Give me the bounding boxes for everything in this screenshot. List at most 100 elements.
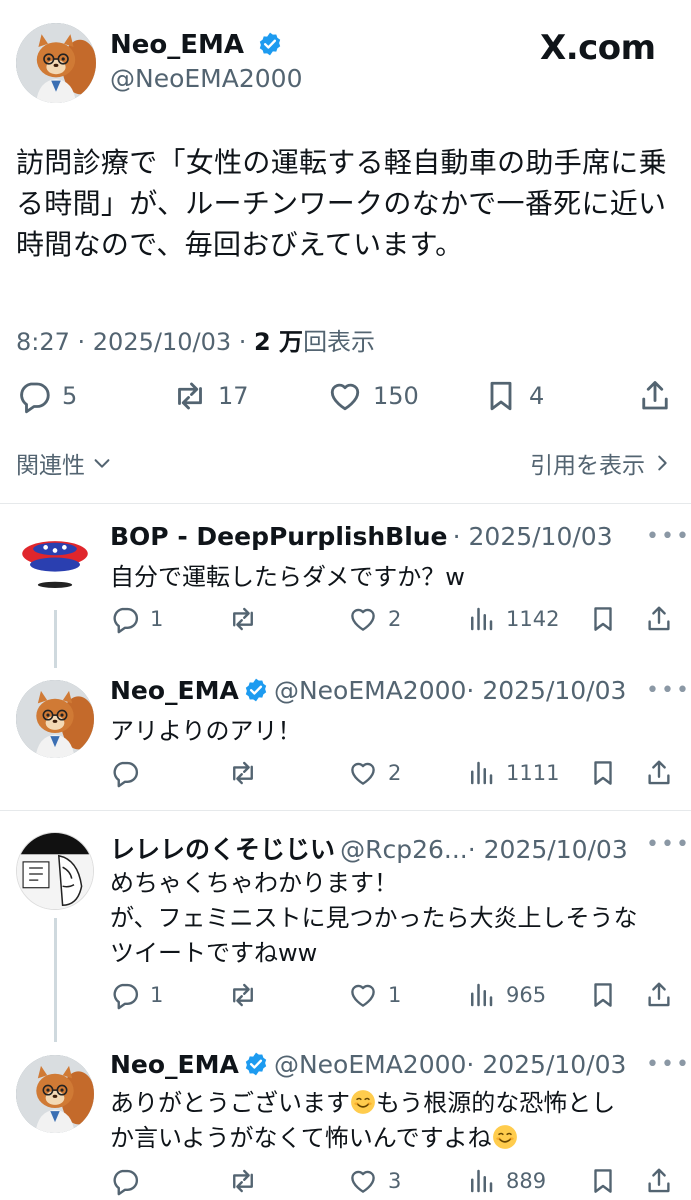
reply-2-repost-action[interactable] <box>228 758 258 788</box>
reply-2-author-name[interactable]: Neo_EMA <box>110 676 239 705</box>
like-icon <box>351 608 375 631</box>
reply-4-date[interactable]: · 2025/10/03 <box>466 1050 626 1079</box>
chevron-down-icon <box>94 459 110 468</box>
reply-3-like-action[interactable]: 1 <box>348 980 401 1010</box>
reply-icon <box>20 382 50 414</box>
repost-icon <box>178 382 202 410</box>
reply-3-repost-action[interactable] <box>228 980 258 1010</box>
main-reply-action[interactable]: 5 <box>16 378 77 414</box>
views-icon <box>471 1169 493 1193</box>
reply-1-repost-action[interactable] <box>228 604 258 634</box>
reply-3-header: レレレのくそじじい @Rcp26...· 2025/10/03 <box>110 830 628 866</box>
reply-1-date[interactable]: · 2025/10/03 <box>453 522 613 551</box>
view-quotes-label: 引用を表示 <box>530 453 645 479</box>
reply-4-views[interactable]: 889 <box>466 1166 546 1196</box>
reply-3-reply-count: 1 <box>150 983 164 1007</box>
reply-4-repost-action[interactable] <box>228 1166 258 1196</box>
reply-1-avatar[interactable] <box>16 524 94 602</box>
reply-2-bookmark-action[interactable] <box>588 758 618 788</box>
reply-3-avatar[interactable] <box>16 832 94 910</box>
main-author-avatar[interactable] <box>16 23 96 103</box>
reply-4-share-action[interactable] <box>644 1166 674 1196</box>
reply-3-more-icon[interactable]: ••• <box>646 832 691 857</box>
reply-1-share-action[interactable] <box>644 604 674 634</box>
reply-4-avatar[interactable] <box>16 1055 94 1133</box>
main-author-handle[interactable]: @NeoEMA2000 <box>110 64 302 93</box>
like-icon <box>351 984 375 1007</box>
reply-2-date[interactable]: · 2025/10/03 <box>466 676 626 705</box>
main-share-action[interactable] <box>637 378 673 414</box>
main-reply-count: 5 <box>62 382 78 410</box>
reply-4-line-2-text: か言いようがなくて怖いんですよね <box>110 1124 492 1152</box>
reply-4-reply-action[interactable] <box>110 1166 140 1196</box>
reply-4-text: ありがとうございます もう根源的な恐怖とし か言いようがなくて怖いんですよね <box>110 1086 670 1156</box>
reply-1-like-count: 2 <box>388 607 402 631</box>
reply-1-like-action[interactable]: 2 <box>348 604 401 634</box>
reply-4-more-icon[interactable]: ••• <box>646 1052 691 1077</box>
reply-2-like-action[interactable]: 2 <box>348 758 401 788</box>
reply-3-share-action[interactable] <box>644 980 674 1010</box>
reply-1-view-count: 1142 <box>506 607 560 631</box>
smiling-face-emoji-icon <box>491 1124 518 1150</box>
reply-4-line-1: ありがとうございます もう根源的な恐怖とし <box>110 1086 670 1121</box>
reply-2-handle[interactable]: @NeoEMA2000 <box>274 676 466 705</box>
reply-1-reply-action[interactable]: 1 <box>110 604 163 634</box>
share-icon <box>648 606 670 631</box>
reply-3-line-3: ツイートですねww <box>110 939 318 967</box>
views-label: 回表示 <box>303 328 376 356</box>
main-post-line-3: 時間なので、毎回おびえています。 <box>16 228 464 261</box>
view-quotes-link[interactable]: 引用を表示 <box>530 446 673 480</box>
reply-3-reply-action[interactable]: 1 <box>110 980 163 1010</box>
reply-icon <box>113 607 139 634</box>
reply-3-handle[interactable]: @Rcp26... <box>340 835 468 864</box>
reply-1-header: BOP - DeepPurplishBlue · 2025/10/03 <box>110 522 613 551</box>
reply-4-like-action[interactable]: 3 <box>348 1166 401 1196</box>
views-icon <box>471 761 493 785</box>
reply-2-like-count: 2 <box>388 761 402 785</box>
reply-3-date[interactable]: · 2025/10/03 <box>468 835 628 864</box>
reply-icon <box>113 761 139 788</box>
reply-1-bookmark-action[interactable] <box>588 604 618 634</box>
reply-3-views[interactable]: 965 <box>466 980 546 1010</box>
reply-1-author-name[interactable]: BOP - DeepPurplishBlue <box>110 522 448 551</box>
thread-divider <box>0 810 691 811</box>
main-post-line-2: る時間」が、ルーチンワークのなかで一番死に近い <box>16 187 667 220</box>
reply-3-bookmark-action[interactable] <box>588 980 618 1010</box>
section-divider <box>0 503 691 504</box>
views-count: 2 万 <box>254 328 304 356</box>
thread-connector <box>54 610 57 668</box>
reply-1-views[interactable]: 1142 <box>466 604 559 634</box>
reply-2-more-icon[interactable]: ••• <box>646 678 691 703</box>
reply-icon <box>113 1169 139 1196</box>
repost-icon <box>233 983 253 1007</box>
sort-relevance-dropdown[interactable]: 関連性 <box>16 446 113 480</box>
main-author-name-text[interactable]: Neo_EMA <box>110 30 244 60</box>
reply-2-reply-action[interactable] <box>110 758 140 788</box>
reply-2-line-1: アリよりのアリ！ <box>110 717 302 745</box>
main-bookmark-action[interactable]: 4 <box>483 378 544 414</box>
reply-3-author-name[interactable]: レレレのくそじじい <box>110 835 335 864</box>
reply-1-more-icon[interactable]: ••• <box>646 524 691 549</box>
like-icon <box>351 762 375 785</box>
reply-4-author-name[interactable]: Neo_EMA <box>110 1050 239 1079</box>
reply-4-line-1a: ありがとうございます <box>110 1089 350 1117</box>
like-icon <box>351 1170 375 1193</box>
reply-3-line-2: が、フェミニストに見つかったら大炎上しそうな <box>110 904 638 932</box>
main-like-action[interactable]: 150 <box>327 378 419 414</box>
post-timestamp[interactable]: 8:27 · 2025/10/03 · <box>16 328 254 356</box>
main-repost-count: 17 <box>218 382 249 410</box>
smiling-face-emoji-icon <box>350 1089 376 1115</box>
main-repost-action[interactable]: 17 <box>172 378 249 414</box>
chevron-right-icon <box>658 455 667 471</box>
reply-2-avatar[interactable] <box>16 680 94 758</box>
reply-4-handle[interactable]: @NeoEMA2000 <box>274 1050 466 1079</box>
bookmark-icon <box>594 983 612 1007</box>
reply-2-view-count: 1111 <box>506 761 560 785</box>
reply-2-views[interactable]: 1111 <box>466 758 559 788</box>
main-post-line-1: 訪問診療で「女性の運転する軽自動車の助手席に乗 <box>16 146 667 179</box>
reply-2-share-action[interactable] <box>644 758 674 788</box>
reply-4-bookmark-action[interactable] <box>588 1166 618 1196</box>
share-icon <box>648 982 670 1007</box>
sort-label: 関連性 <box>16 453 85 479</box>
main-author-name[interactable]: Neo_EMA <box>110 30 283 60</box>
